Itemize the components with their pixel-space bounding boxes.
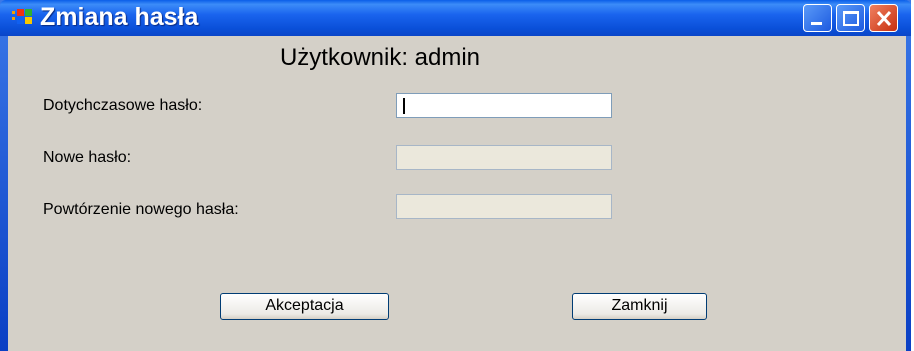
- current-password-field[interactable]: [396, 93, 612, 118]
- close-dialog-button[interactable]: Zamknij: [572, 293, 707, 320]
- new-password-label: Nowe hasło:: [43, 149, 132, 166]
- current-password-label: Dotychczasowe hasło:: [43, 97, 203, 114]
- maximize-icon: [843, 11, 859, 26]
- repeat-password-label: Powtórzenie nowego hasła:: [43, 201, 239, 218]
- minimize-button[interactable]: [803, 4, 832, 32]
- new-password-field[interactable]: [396, 145, 612, 170]
- dialog-window: Zmiana hasła Użytkownik: admin Dotychcza…: [0, 0, 911, 351]
- close-button[interactable]: [869, 4, 898, 32]
- repeat-password-field[interactable]: [396, 194, 612, 219]
- accept-button[interactable]: Akceptacja: [220, 293, 389, 320]
- close-icon: [876, 10, 892, 27]
- windows-flag-icon: [12, 9, 32, 24]
- title-bar[interactable]: Zmiana hasła: [0, 0, 911, 36]
- minimize-icon: [811, 22, 822, 25]
- window-frame-right: [906, 0, 911, 351]
- user-heading: Użytkownik: admin: [279, 44, 481, 71]
- text-cursor: [403, 98, 405, 114]
- maximize-button[interactable]: [836, 4, 865, 32]
- window-title: Zmiana hasła: [40, 3, 199, 31]
